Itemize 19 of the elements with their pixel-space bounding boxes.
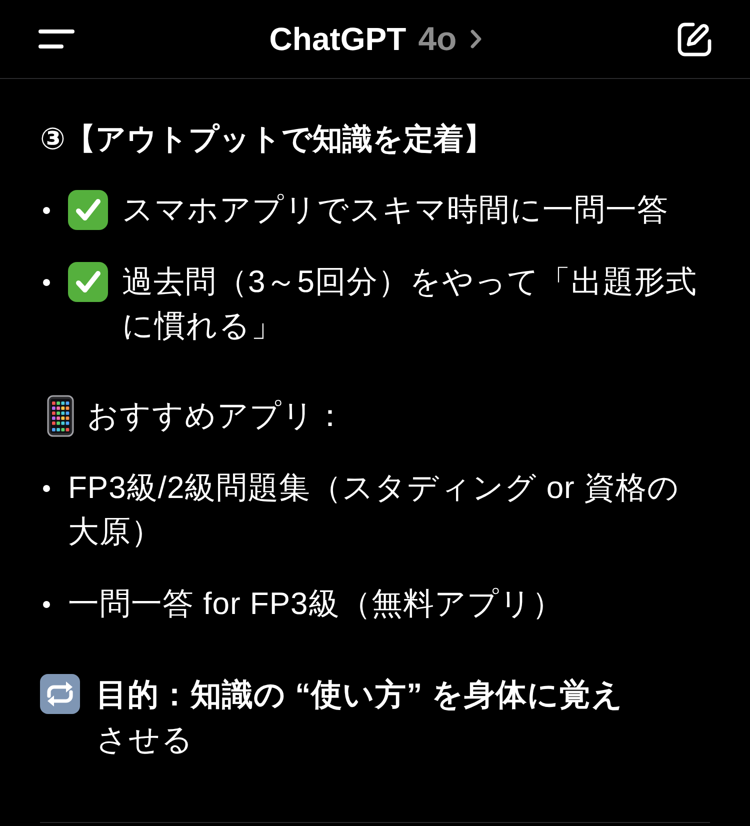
goal-text: 目的：知識の “使い方” を身体に覚えさせる [96,676,625,759]
label-text: おすすめアプリ： [87,397,346,435]
chevron-right-icon [470,29,482,49]
bullet-icon [43,207,50,214]
section-heading: ③【アウトプットで知識を定着】 [40,122,494,158]
check-icon [68,262,108,302]
list-item-text: スマホアプリでスキマ時間に一問一答 [122,191,670,229]
list-item-text: 過去問（3～5回分）をやって「出題形式に慣れる」 [122,263,698,345]
menu-icon[interactable] [38,29,75,49]
edit-icon[interactable] [676,20,713,58]
smartphone-icon [47,395,74,437]
repeat-icon [40,674,80,714]
check-icon [68,190,108,230]
list-item-text: 一問一答 for FP3級（無料アプリ） [68,585,564,623]
bullet-icon [43,279,50,286]
bullet-icon [43,485,50,492]
bullet-icon [43,601,50,608]
list-item-text: FP3級/2級問題集（スタディング or 資格の大原） [68,469,680,551]
model-selector-button[interactable]: ChatGPT 4o [269,19,482,59]
